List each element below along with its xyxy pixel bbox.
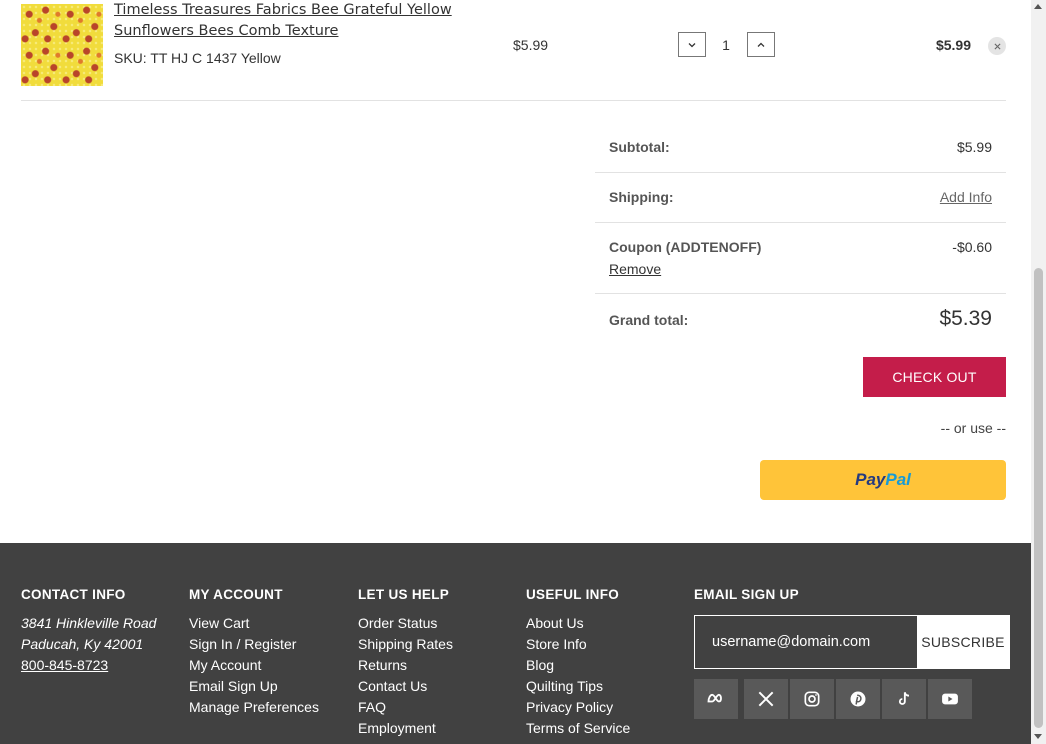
cart-item-row: Timeless Treasures Fabrics Bee Grateful …: [21, 0, 1006, 101]
youtube-link[interactable]: [928, 679, 972, 719]
footer-link-view-cart[interactable]: View Cart: [189, 613, 319, 634]
or-use-text: -- or use --: [940, 420, 1006, 436]
unit-price: $5.99: [513, 37, 549, 53]
footer-link-my-account[interactable]: My Account: [189, 655, 319, 676]
footer-link-terms-of-service[interactable]: Terms of Service: [526, 718, 630, 739]
grand-total-row: Grand total: $5.39: [595, 294, 1006, 344]
footer-link-about-us[interactable]: About Us: [526, 613, 630, 634]
pinterest-link[interactable]: [836, 679, 880, 719]
subtotal-value: $5.99: [956, 139, 992, 155]
grand-total-label: Grand total:: [609, 312, 689, 328]
address-line-2: Paducah, Ky 42001: [21, 636, 144, 652]
footer-link-quilting-tips[interactable]: Quilting Tips: [526, 676, 630, 697]
instagram-icon: [804, 691, 820, 707]
quantity-increase-button[interactable]: [747, 32, 775, 57]
x-icon: [758, 691, 774, 707]
site-footer: CONTACT INFO 3841 Hinkleville Road Paduc…: [0, 543, 1031, 744]
close-icon: [993, 42, 1001, 50]
line-total: $5.99: [935, 37, 971, 53]
scroll-down-arrow-icon[interactable]: [1034, 734, 1042, 739]
chevron-down-icon: [688, 42, 696, 47]
footer-link-blog[interactable]: Blog: [526, 655, 630, 676]
subtotal-row: Subtotal: $5.99: [595, 122, 1006, 173]
address-line-1: 3841 Hinkleville Road: [21, 615, 157, 631]
subscribe-button[interactable]: SUBSCRIBE: [917, 616, 1009, 668]
footer-email-signup-column: EMAIL SIGN UP: [694, 587, 799, 613]
footer-link-store-info[interactable]: Store Info: [526, 634, 630, 655]
scroll-up-arrow-icon[interactable]: [1034, 4, 1042, 9]
x-link[interactable]: [744, 679, 788, 719]
footer-my-account-column: MY ACCOUNT View Cart Sign In / Register …: [189, 587, 319, 718]
coupon-value: -$0.60: [952, 239, 992, 255]
tiktok-icon: [898, 692, 910, 705]
quantity-decrease-button[interactable]: [678, 32, 706, 57]
product-title-link[interactable]: Timeless Treasures Fabrics Bee Grateful …: [114, 0, 454, 42]
footer-link-returns[interactable]: Returns: [358, 655, 453, 676]
chevron-up-icon: [757, 42, 765, 47]
meta-link[interactable]: [694, 679, 738, 719]
footer-heading-contact: CONTACT INFO: [21, 587, 126, 602]
quantity-value[interactable]: 1: [711, 37, 741, 53]
meta-icon: [707, 693, 722, 703]
instagram-link[interactable]: [790, 679, 834, 719]
email-input[interactable]: username@domain.com: [695, 616, 917, 668]
footer-link-contact-us[interactable]: Contact Us: [358, 676, 453, 697]
order-totals: Subtotal: $5.99 Shipping: Add Info Coupo…: [595, 122, 1006, 344]
scrollbar-thumb[interactable]: [1034, 268, 1043, 728]
product-sku: SKU: TT HJ C 1437 Yellow: [114, 50, 281, 66]
footer-heading-my-account: MY ACCOUNT: [189, 587, 283, 602]
remove-item-button[interactable]: [988, 37, 1006, 55]
page-scrollbar[interactable]: [1031, 0, 1046, 744]
footer-link-faq[interactable]: FAQ: [358, 697, 453, 718]
pinterest-icon: [850, 691, 866, 707]
grand-total-value: $5.39: [939, 307, 992, 330]
footer-heading-email-signup: EMAIL SIGN UP: [694, 587, 799, 602]
paypal-button[interactable]: Pay Pal: [760, 460, 1006, 500]
coupon-row: Coupon (ADDTENOFF) Remove -$0.60: [595, 223, 1006, 294]
phone-link[interactable]: 800-845-8723: [21, 655, 156, 676]
footer-link-order-status[interactable]: Order Status: [358, 613, 453, 634]
footer-contact-column: CONTACT INFO 3841 Hinkleville Road Paduc…: [21, 587, 156, 676]
footer-link-manage-preferences[interactable]: Manage Preferences: [189, 697, 319, 718]
footer-link-employment[interactable]: Employment: [358, 718, 453, 739]
footer-link-email-sign-up[interactable]: Email Sign Up: [189, 676, 319, 697]
paypal-logo-pal: Pal: [885, 470, 911, 489]
shipping-label: Shipping:: [609, 189, 674, 205]
coupon-remove-link[interactable]: Remove: [609, 261, 661, 277]
paypal-logo-pay: Pay: [855, 470, 886, 489]
coupon-label: Coupon (ADDTENOFF): [609, 239, 762, 255]
footer-let-us-help-column: LET US HELP Order Status Shipping Rates …: [358, 587, 453, 739]
subtotal-label: Subtotal:: [609, 139, 670, 155]
footer-link-shipping-rates[interactable]: Shipping Rates: [358, 634, 453, 655]
shipping-row: Shipping: Add Info: [595, 173, 1006, 223]
footer-useful-info-column: USEFUL INFO About Us Store Info Blog Qui…: [526, 587, 630, 739]
email-signup-form: username@domain.com SUBSCRIBE: [694, 615, 1010, 669]
footer-heading-let-us-help: LET US HELP: [358, 587, 450, 602]
youtube-icon: [942, 693, 958, 705]
shipping-add-info-link[interactable]: Add Info: [940, 189, 992, 205]
footer-link-sign-in[interactable]: Sign In / Register: [189, 634, 319, 655]
product-thumbnail[interactable]: [21, 4, 103, 86]
tiktok-link[interactable]: [882, 679, 926, 719]
footer-heading-useful-info: USEFUL INFO: [526, 587, 620, 602]
footer-link-privacy-policy[interactable]: Privacy Policy: [526, 697, 630, 718]
checkout-button[interactable]: CHECK OUT: [863, 357, 1006, 397]
